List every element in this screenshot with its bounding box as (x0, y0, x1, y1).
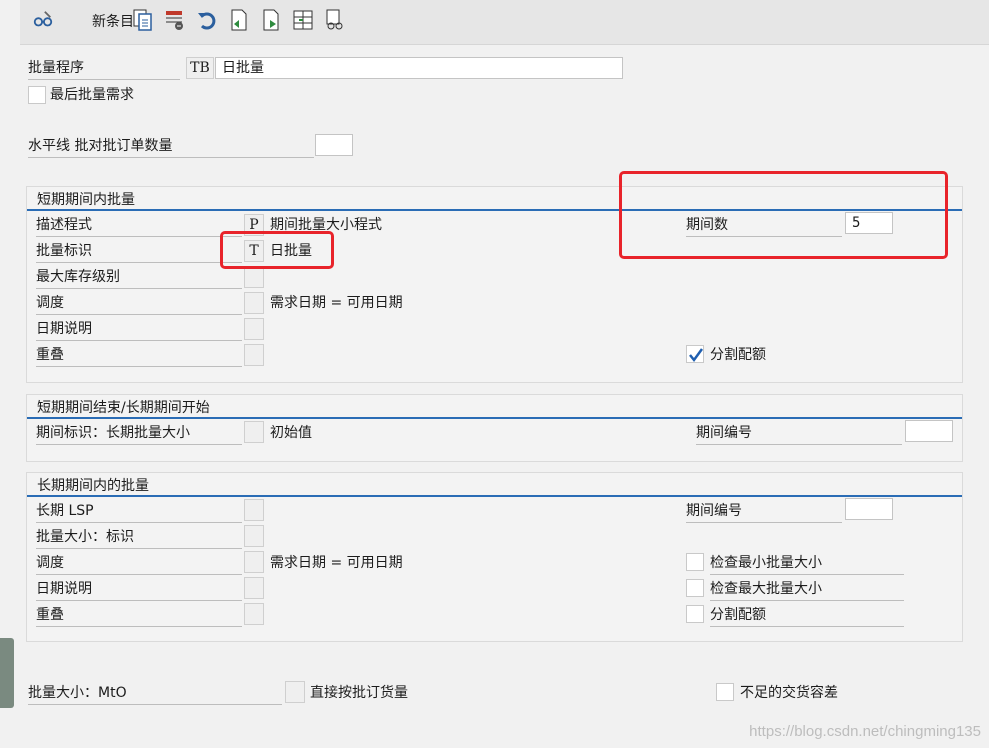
period-transition-group-title: 短期期间结束/长期期间开始 (37, 400, 210, 416)
long-term-scheduling-field[interactable] (244, 551, 264, 573)
select-block-icon[interactable] (292, 6, 314, 34)
last-lot-requirement-checkbox[interactable] (28, 86, 46, 104)
horizon-lot-for-lot-label: 水平线 批对批订单数量 (28, 135, 314, 158)
check-min-lot-size-label: 检查最小批量大小 (710, 552, 904, 575)
side-panel-handle[interactable] (0, 638, 14, 708)
under-delivery-tolerance-label: 不足的交货容差 (740, 685, 838, 701)
long-term-lsp-field[interactable] (244, 499, 264, 521)
period-number-field[interactable] (905, 420, 953, 442)
date-specification-field[interactable] (244, 318, 264, 340)
new-entries-button[interactable]: 新条目 (92, 11, 134, 31)
direct-procurement-text: 直接按批订货量 (310, 685, 408, 701)
long-term-period-number-field[interactable] (845, 498, 893, 520)
annotation-highlight-periods (619, 171, 948, 259)
period-indicator-label: 期间标识：长期批量大小 (36, 422, 242, 445)
period-number-label: 期间编号 (696, 422, 902, 445)
next-entry-icon[interactable] (260, 6, 282, 34)
lot-size-indicator-field[interactable] (244, 525, 264, 547)
undo-icon[interactable] (196, 6, 218, 34)
long-term-period-number-label: 期间编号 (686, 500, 842, 523)
other-object-icon[interactable] (324, 6, 346, 34)
horizon-lot-for-lot-field[interactable] (315, 134, 353, 156)
scheduling-field[interactable] (244, 292, 264, 314)
long-term-date-specification-label: 日期说明 (36, 578, 242, 601)
check-min-lot-size-checkbox[interactable] (686, 553, 704, 571)
split-quota-checkbox[interactable] (686, 345, 704, 363)
overlap-label: 重叠 (36, 344, 242, 367)
long-term-split-quota-label: 分割配额 (710, 604, 904, 627)
glasses-pencil-icon[interactable] (32, 6, 54, 34)
application-toolbar: 新条目 (20, 0, 989, 45)
last-lot-requirement-label: 最后批量需求 (50, 87, 134, 103)
watermark: https://blog.csdn.net/chingming135 (749, 723, 981, 740)
period-indicator-field[interactable] (244, 421, 264, 443)
scheduling-text: 需求日期 = 可用日期 (270, 295, 403, 311)
copy-icon[interactable] (132, 6, 154, 34)
short-term-group-title: 短期期间内批量 (37, 192, 135, 208)
group-divider (27, 495, 962, 497)
lot-procedure-field[interactable]: 日批量 (215, 57, 623, 79)
annotation-highlight-lot-indicator (220, 231, 334, 269)
long-term-overlap-field[interactable] (244, 603, 264, 625)
under-delivery-tolerance-checkbox[interactable] (716, 683, 734, 701)
lot-size-indicator-label: 批量大小：标识 (36, 526, 242, 549)
initial-value-text: 初始值 (270, 425, 312, 441)
group-divider (27, 417, 962, 419)
lot-size-mto-field[interactable] (285, 681, 305, 703)
long-term-split-quota-checkbox[interactable] (686, 605, 704, 623)
description-program-label: 描述程式 (36, 214, 242, 237)
long-term-scheduling-label: 调度 (36, 552, 242, 575)
date-specification-label: 日期说明 (36, 318, 242, 341)
scheduling-label: 调度 (36, 292, 242, 315)
long-term-overlap-label: 重叠 (36, 604, 242, 627)
check-max-lot-size-label: 检查最大批量大小 (710, 578, 904, 601)
split-quota-label: 分割配额 (710, 347, 766, 363)
lot-indicator-label: 批量标识 (36, 240, 242, 263)
delete-icon[interactable] (164, 6, 186, 34)
max-stock-level-field[interactable] (244, 266, 264, 288)
lot-procedure-code[interactable]: TB (186, 57, 214, 79)
lot-size-mto-label: 批量大小：MtO (28, 682, 282, 705)
lot-procedure-label: 批量程序 (28, 57, 180, 80)
overlap-field[interactable] (244, 344, 264, 366)
long-term-lsp-label: 长期 LSP (36, 500, 242, 523)
previous-entry-icon[interactable] (228, 6, 250, 34)
check-max-lot-size-checkbox[interactable] (686, 579, 704, 597)
long-term-scheduling-text: 需求日期 = 可用日期 (270, 555, 403, 571)
long-term-group-title: 长期期间内的批量 (37, 478, 149, 494)
max-stock-level-label: 最大库存级别 (36, 266, 242, 289)
long-term-date-specification-field[interactable] (244, 577, 264, 599)
checkmark-icon (689, 348, 704, 363)
